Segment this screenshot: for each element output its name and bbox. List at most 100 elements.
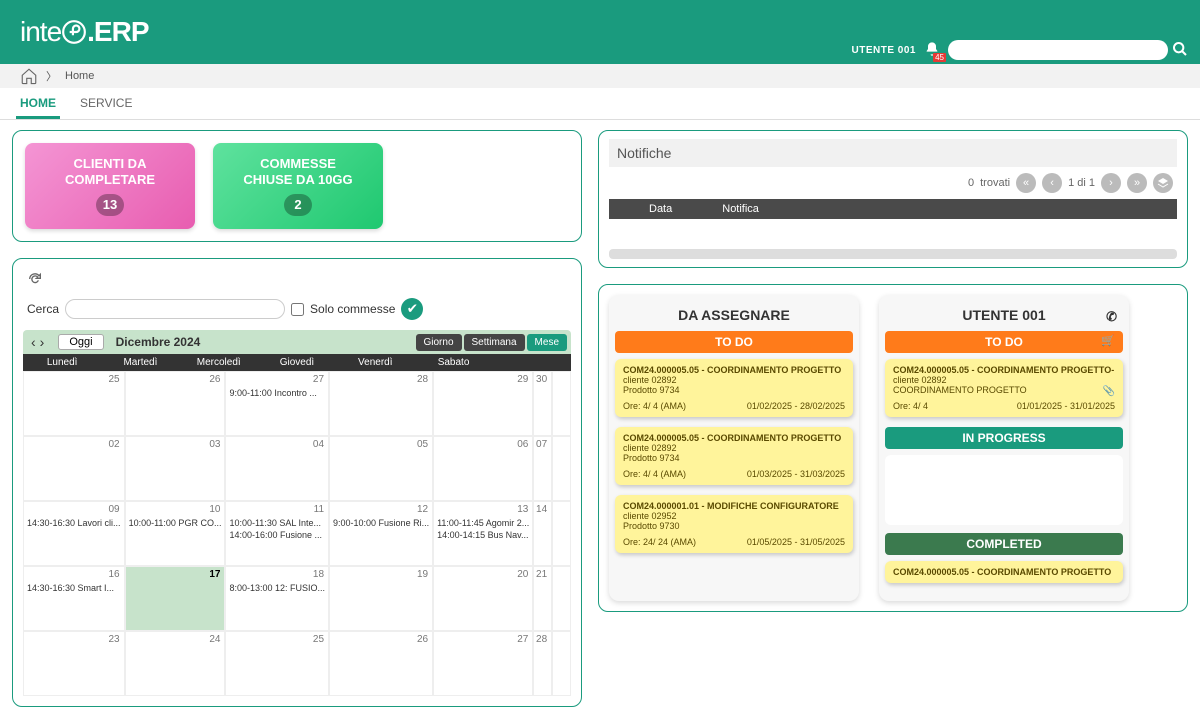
- calendar-day[interactable]: 14: [533, 501, 552, 566]
- kanban-card[interactable]: COM24.000005.05 - COORDINAMENTO PROGETTO: [885, 561, 1123, 583]
- calendar-event[interactable]: 8:00-13:00 12: FUSIO...: [229, 583, 325, 593]
- calendar-day[interactable]: [552, 436, 571, 501]
- phone-icon[interactable]: ✆: [1106, 309, 1117, 325]
- calendar-day[interactable]: [552, 631, 571, 696]
- card-label: COMPLETARE: [65, 172, 155, 188]
- calendar-day[interactable]: 1614:30-16:30 Smart I...: [23, 566, 125, 631]
- calendar-event[interactable]: 14:30-16:30 Smart I...: [27, 583, 121, 593]
- calendar-day[interactable]: 05: [329, 436, 433, 501]
- notif-scrollbar[interactable]: [609, 249, 1177, 259]
- day-number: 25: [313, 634, 324, 645]
- calendar-day[interactable]: 17: [125, 566, 226, 631]
- calendar-day[interactable]: [552, 371, 571, 436]
- calendar-day[interactable]: 24: [125, 631, 226, 696]
- calendar-search-go[interactable]: ✔: [401, 298, 423, 320]
- col-notifica[interactable]: Notifica: [722, 203, 759, 215]
- kanban-col-title: UTENTE 001 ✆: [885, 303, 1123, 331]
- pager-first[interactable]: «: [1016, 173, 1036, 193]
- calendar-day[interactable]: 21: [533, 566, 552, 631]
- calendar-day[interactable]: 29: [433, 371, 533, 436]
- calendar-day[interactable]: 03: [125, 436, 226, 501]
- logo: inte.ERP: [20, 16, 149, 48]
- calendar-day[interactable]: 1010:00-11:00 PGR CO...: [125, 501, 226, 566]
- calendar-day[interactable]: [552, 566, 571, 631]
- calendar-day[interactable]: 1311:00-11:45 Agomir 2...14:00-14:15 Bus…: [433, 501, 533, 566]
- calendar-event[interactable]: 10:00-11:30 SAL Inte...: [229, 518, 325, 528]
- calendar-day[interactable]: 11 10:00-11:30 SAL Inte... 14:00-16:00 Fus…: [225, 501, 329, 566]
- calendar-day[interactable]: 07: [533, 436, 552, 501]
- calendar-event[interactable]: 14:30-16:30 Lavori cli...: [27, 518, 121, 528]
- calendar-day[interactable]: 26: [125, 371, 226, 436]
- global-search-input[interactable]: [948, 40, 1168, 60]
- calendar-day[interactable]: 20: [433, 566, 533, 631]
- status-todo: TO DO: [615, 331, 853, 353]
- calendar-title: Dicembre 2024: [116, 335, 201, 349]
- card-count: 13: [96, 194, 124, 216]
- view-week[interactable]: Settimana: [464, 334, 525, 351]
- calendar-day[interactable]: 02: [23, 436, 125, 501]
- calendar-day[interactable]: 27: [433, 631, 533, 696]
- view-month[interactable]: Mese: [527, 334, 567, 351]
- global-search-button[interactable]: [1172, 41, 1188, 60]
- kanban-card[interactable]: COM24.000005.05 - COORDINAMENTO PROGETTO…: [885, 359, 1123, 417]
- tab-home[interactable]: HOME: [16, 92, 60, 119]
- calendar-day[interactable]: [552, 501, 571, 566]
- col-data[interactable]: Data: [649, 203, 672, 215]
- calendar-event[interactable]: 14:00-14:15 Bus Nav...: [437, 530, 529, 540]
- calendar-day[interactable]: 27 9:00-11:00 Incontro ...: [225, 371, 329, 436]
- calendar-day[interactable]: 19: [329, 566, 433, 631]
- breadcrumb-home[interactable]: Home: [65, 70, 94, 82]
- pager-layers[interactable]: [1153, 173, 1173, 193]
- calendar-event[interactable]: 9:00-10:00 Fusione Ri...: [333, 518, 429, 528]
- day-number: 05: [417, 439, 428, 450]
- view-day[interactable]: Giorno: [416, 334, 462, 351]
- day-number: 27: [313, 374, 324, 385]
- kanban-card[interactable]: COM24.000005.05 - COORDINAMENTO PROGETTO…: [615, 359, 853, 417]
- cal-today-button[interactable]: Oggi: [58, 334, 103, 350]
- day-number: 18: [313, 569, 324, 580]
- notifications-bell[interactable]: 45: [924, 41, 940, 60]
- notif-badge: 45: [933, 53, 946, 62]
- pager-last[interactable]: »: [1127, 173, 1147, 193]
- calendar-day[interactable]: 28: [329, 371, 433, 436]
- calendar-day[interactable]: 04: [225, 436, 329, 501]
- calendar-day[interactable]: 26: [329, 631, 433, 696]
- home-icon[interactable]: [20, 67, 38, 85]
- card-label: CLIENTI DA: [74, 156, 147, 172]
- calendar-day[interactable]: 25: [23, 371, 125, 436]
- calendar-day[interactable]: 25: [225, 631, 329, 696]
- card-commesse-chiuse[interactable]: COMMESSE CHIUSE DA 10GG 2: [213, 143, 383, 229]
- calendar-day[interactable]: 129:00-10:00 Fusione Ri...: [329, 501, 433, 566]
- refresh-icon[interactable]: [27, 271, 43, 287]
- calendar-day[interactable]: 28: [533, 631, 552, 696]
- solo-commesse-checkbox[interactable]: [291, 303, 304, 316]
- calendar-search-input[interactable]: [65, 299, 285, 319]
- calendar-event[interactable]: 11:00-11:45 Agomir 2...: [437, 518, 529, 528]
- kanban-panel: DA ASSEGNARE TO DO COM24.000005.05 - COO…: [598, 284, 1188, 612]
- day-number: 26: [417, 634, 428, 645]
- cart-icon[interactable]: 🛒: [1101, 334, 1115, 347]
- calendar-day[interactable]: 18 8:00-13:00 12: FUSIO...: [225, 566, 329, 631]
- calendar-event[interactable]: 14:00-16:00 Fusione ...: [229, 530, 325, 540]
- calendar-day[interactable]: 23: [23, 631, 125, 696]
- day-number: 24: [209, 634, 220, 645]
- tab-service[interactable]: SERVICE: [76, 92, 136, 119]
- day-number: 02: [108, 439, 119, 450]
- calendar-day[interactable]: 09 14:30-16:30 Lavori cli...: [23, 501, 125, 566]
- tabs-bar: HOME SERVICE: [0, 88, 1200, 120]
- kanban-card[interactable]: COM24.000001.01 - MODIFICHE CONFIGURATOR…: [615, 495, 853, 553]
- calendar-day[interactable]: 06: [433, 436, 533, 501]
- cal-next[interactable]: ›: [38, 334, 47, 350]
- day-number: 28: [536, 634, 547, 645]
- cal-prev[interactable]: ‹: [29, 334, 38, 350]
- card-clienti-da-completare[interactable]: CLIENTI DA COMPLETARE 13: [25, 143, 195, 229]
- kanban-empty-zone[interactable]: [885, 455, 1123, 525]
- kanban-card[interactable]: COM24.000005.05 - COORDINAMENTO PROGETTO…: [615, 427, 853, 485]
- pager-next[interactable]: ›: [1101, 173, 1121, 193]
- calendar-event[interactable]: 9:00-11:00 Incontro ...: [229, 388, 325, 398]
- pager-prev[interactable]: ‹: [1042, 173, 1062, 193]
- day-number: 11: [314, 504, 324, 515]
- calendar-event[interactable]: 10:00-11:00 PGR CO...: [129, 518, 222, 528]
- day-number: 09: [108, 504, 119, 515]
- calendar-day[interactable]: 30: [533, 371, 552, 436]
